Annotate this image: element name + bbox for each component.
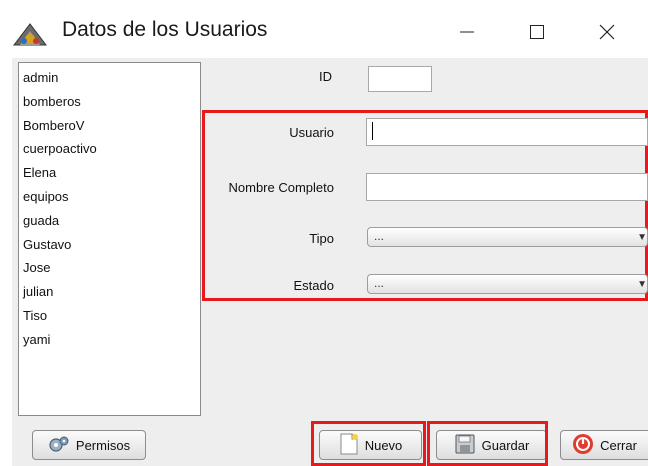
cerrar-button[interactable]: Cerrar — [560, 430, 648, 460]
minimize-button[interactable] — [444, 14, 490, 50]
list-item[interactable]: yami — [19, 328, 200, 352]
highlight-box — [427, 421, 548, 466]
permisos-label: Permisos — [75, 437, 131, 453]
text-caret — [372, 122, 373, 140]
maximize-button[interactable] — [514, 14, 560, 50]
usuario-label: Usuario — [289, 125, 334, 140]
list-item[interactable]: julian — [19, 280, 200, 304]
nombre-completo-field[interactable] — [366, 173, 648, 201]
list-item[interactable]: guada — [19, 209, 200, 233]
tipo-select[interactable]: ... ▼ — [367, 227, 648, 247]
list-item[interactable]: Tiso — [19, 304, 200, 328]
list-item[interactable]: Gustavo — [19, 233, 200, 257]
chevron-down-icon[interactable]: ▼ — [637, 277, 647, 293]
list-item[interactable]: bomberos — [19, 90, 200, 114]
app-icon — [12, 21, 48, 47]
usuario-field[interactable] — [366, 118, 648, 146]
close-window-button[interactable] — [584, 14, 630, 50]
gears-icon — [48, 434, 70, 457]
list-item[interactable]: Elena — [19, 161, 200, 185]
list-item[interactable]: Jose — [19, 256, 200, 280]
id-label: ID — [319, 69, 332, 84]
id-field[interactable] — [368, 66, 432, 92]
power-icon — [572, 433, 594, 458]
tipo-label: Tipo — [309, 231, 334, 246]
estado-value: ... — [374, 276, 385, 290]
tipo-value: ... — [374, 229, 385, 243]
nombre-label: Nombre Completo — [228, 180, 335, 195]
permisos-button[interactable]: Permisos — [32, 430, 146, 460]
cerrar-label: Cerrar — [600, 437, 637, 453]
title-bar: Datos de los Usuarios — [0, 0, 648, 58]
list-item[interactable]: BomberoV — [19, 114, 200, 138]
window-title: Datos de los Usuarios — [62, 18, 268, 41]
estado-select[interactable]: ... ▼ — [367, 274, 648, 294]
list-item[interactable]: equipos — [19, 185, 200, 209]
highlight-box — [311, 421, 426, 466]
list-item[interactable]: cuerpoactivo — [19, 137, 200, 161]
chevron-down-icon[interactable]: ▼ — [637, 230, 647, 246]
estado-label: Estado — [293, 278, 334, 293]
